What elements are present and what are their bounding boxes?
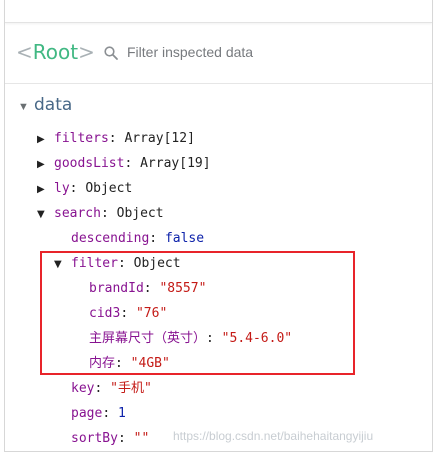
property-value: Object (116, 206, 164, 221)
inspector-header: <Root> (5, 23, 432, 84)
caret-down-icon: ▼ (18, 101, 29, 113)
property-key: 内存 (89, 356, 116, 371)
filter-inspected-data-input[interactable] (127, 41, 417, 63)
tree-row-page[interactable]: page: 1 (71, 401, 126, 426)
property-value: Object (85, 181, 133, 196)
data-section-toggle[interactable]: ▼ data (18, 94, 72, 116)
property-value: "4GB" (130, 356, 170, 371)
caret-right-icon[interactable]: ▶ (37, 152, 54, 177)
property-value: Array[19] (140, 156, 211, 171)
tree-row-key[interactable]: key: "手机" (71, 376, 152, 401)
vue-devtools-panel: <Root> ▼ data ▶filters: Array[12] ▶goodsL… (0, 0, 437, 455)
tree-row-ly[interactable]: ▶ ly: Object (37, 176, 132, 201)
root-component-name: Root (32, 40, 79, 64)
tree-row-screen-size[interactable]: 主屏幕尺寸（英寸）: "5.4-6.0" (89, 326, 292, 351)
devtools-toolbar (5, 0, 432, 23)
property-key: search (54, 206, 101, 221)
tree-row-filter[interactable]: ▼ filter: Object (54, 251, 181, 276)
caret-down-icon[interactable]: ▼ (54, 252, 71, 277)
property-key: filter (71, 256, 118, 271)
tree-row-search[interactable]: ▼ search: Object (37, 201, 164, 226)
tree-row-goodslist[interactable]: ▶ goodsList: Array[19] (37, 151, 211, 176)
watermark-text: https://blog.csdn.net/baihehaitangyijiu (173, 429, 374, 443)
root-open-bracket: < (16, 40, 33, 64)
property-key: 主屏幕尺寸（英寸） (89, 331, 207, 346)
tree-row-memory[interactable]: 内存: "4GB" (89, 351, 170, 376)
property-key: key (71, 381, 95, 396)
data-section-title: data (34, 95, 73, 115)
caret-right-icon[interactable]: ▶ (37, 177, 54, 202)
tree-row-sortby[interactable]: sortBy: "" (71, 426, 149, 451)
root-component-breadcrumb[interactable]: <Root> (16, 40, 95, 64)
tree-row-brandid[interactable]: brandId: "8557" (89, 276, 206, 301)
property-key: page (71, 406, 103, 421)
root-close-bracket: > (78, 40, 95, 64)
property-key: goodsList (54, 156, 125, 171)
property-key: ly (54, 181, 70, 196)
property-value: "76" (135, 306, 168, 321)
property-key: descending (71, 231, 150, 246)
property-key: sortBy (71, 431, 118, 446)
tree-row-cid3[interactable]: cid3: "76" (89, 301, 167, 326)
caret-right-icon[interactable]: ▶ (37, 127, 54, 152)
property-value: false (164, 231, 205, 246)
caret-down-icon[interactable]: ▼ (37, 202, 54, 227)
search-icon (104, 46, 118, 60)
property-value: Array[12] (124, 131, 195, 146)
property-value: "8557" (159, 281, 207, 296)
property-value: "5.4-6.0" (221, 331, 293, 346)
property-value: Object (133, 256, 181, 271)
property-key: brandId (89, 281, 144, 296)
property-key: cid3 (89, 306, 121, 321)
property-value: "手机" (110, 381, 152, 396)
property-key: filters (54, 131, 109, 146)
property-value: 1 (117, 406, 126, 421)
tree-row-filters[interactable]: ▶ filters: Array[12] (37, 126, 195, 151)
tree-row-descending[interactable]: descending: false (71, 226, 204, 251)
property-value: "" (133, 431, 150, 446)
